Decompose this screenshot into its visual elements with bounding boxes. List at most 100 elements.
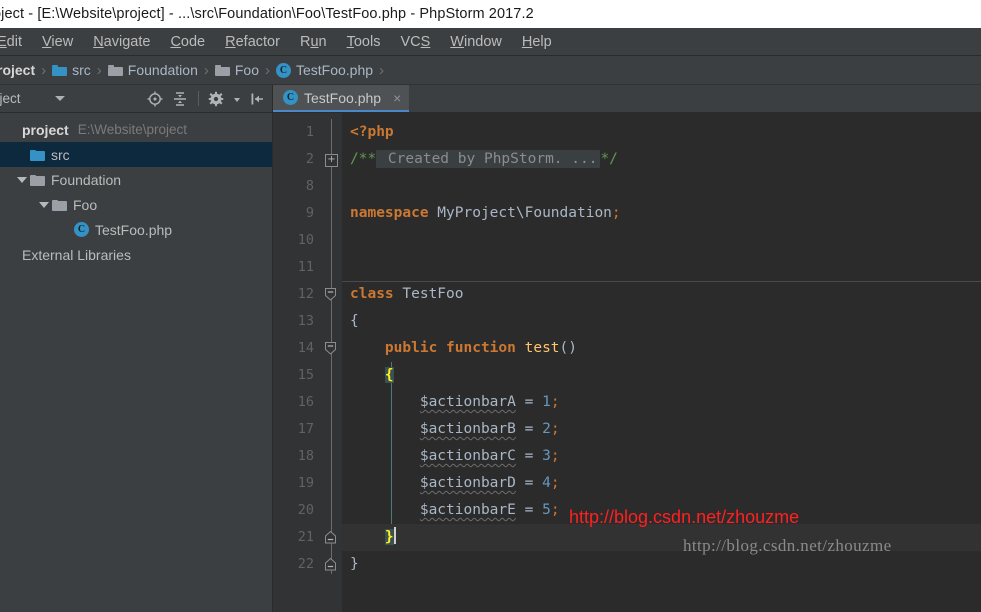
code-line[interactable]: <?php [342, 119, 981, 146]
code-token: $actionbarB [419, 421, 516, 437]
line-number: 13 [297, 313, 314, 329]
tree-item-project[interactable]: project E:\Website\project [0, 117, 272, 142]
fold-cell [321, 443, 342, 470]
breadcrumb-label: TestFoo.php [295, 62, 374, 78]
line-number: 15 [297, 367, 314, 383]
code-token: } [384, 529, 394, 545]
breadcrumb-separator: › [264, 61, 270, 79]
fold-collapse-icon[interactable] [325, 342, 336, 355]
breadcrumb-item-testfoo-php[interactable]: C TestFoo.php [275, 62, 374, 78]
folder-icon [107, 64, 123, 76]
chevron-down-icon[interactable] [14, 175, 30, 185]
tree-item-testfoo-php[interactable]: C TestFoo.php [0, 217, 272, 242]
menu-item-help[interactable]: Help [512, 34, 562, 50]
fold-expand-icon[interactable]: + [325, 154, 338, 167]
breadcrumb-separator: › [41, 61, 47, 79]
menu-item-refactor[interactable]: Refactor [215, 34, 290, 50]
locate-icon[interactable] [146, 90, 164, 108]
fold-cell [321, 551, 342, 578]
line-number: 11 [297, 259, 314, 275]
fold-cell [321, 200, 342, 227]
code-line[interactable]: public function test() [342, 335, 981, 362]
breadcrumb: roject › src › Foundation › Foo › C TestFoo.php › [0, 56, 981, 85]
fold-cell [321, 119, 342, 146]
folder-icon [52, 199, 67, 211]
code-line[interactable]: { [342, 308, 981, 335]
tree-item-external-libraries[interactable]: External Libraries [0, 242, 272, 267]
menu-item-window[interactable]: Window [440, 34, 512, 50]
code-line[interactable]: $actionbarB = 2; [342, 416, 981, 443]
code-token: () [559, 340, 577, 356]
fold-cell [321, 416, 342, 443]
tree-item-label: External Libraries [22, 246, 131, 263]
gear-dropdown-arrow-icon[interactable] [233, 90, 241, 108]
tree-item-src[interactable]: src [0, 142, 272, 167]
menu-item-tools[interactable]: Tools [337, 34, 391, 50]
fold-cell [321, 389, 342, 416]
close-icon[interactable]: × [393, 91, 401, 105]
menu-item-navigate[interactable]: Navigate [83, 34, 160, 50]
code-line[interactable]: namespace MyProject\Foundation; [342, 200, 981, 227]
line-number: 22 [297, 556, 314, 572]
breadcrumb-item-foo[interactable]: Foo [214, 62, 259, 78]
project-tool-window: oject [0, 85, 273, 612]
code-line[interactable] [342, 254, 981, 281]
menu-item-edit[interactable]: Edit [0, 34, 32, 50]
breadcrumb-item-src[interactable]: src [52, 62, 91, 78]
project-tree: project E:\Website\project src Foundation Fo… [0, 113, 272, 612]
code-line[interactable] [342, 227, 981, 254]
code-folding-gutter[interactable]: + [321, 113, 342, 612]
code-token: ; [550, 448, 560, 464]
fold-collapse-end-icon[interactable] [325, 557, 336, 571]
menu-item-code[interactable]: Code [160, 34, 215, 50]
code-token: Created by PhpStorm. ... [376, 150, 601, 168]
code-token: <?php [350, 124, 394, 140]
breadcrumb-label: Foo [234, 62, 259, 78]
fold-collapse-end-icon[interactable] [325, 530, 336, 544]
code-line[interactable]: $actionbarA = 1; [342, 389, 981, 416]
php-class-icon: C [283, 90, 298, 105]
code-token: $actionbarC [419, 448, 516, 464]
breadcrumb-item-foundation[interactable]: Foundation [107, 62, 198, 78]
tool-action-buttons [146, 90, 272, 108]
code-token: = [515, 502, 543, 518]
code-token: 4 [542, 475, 551, 491]
php-class-icon: C [275, 62, 291, 78]
code-line[interactable]: $actionbarC = 3; [342, 443, 981, 470]
code-line[interactable]: { [342, 362, 981, 389]
chevron-down-icon[interactable] [36, 200, 52, 210]
chevron-down-icon[interactable] [54, 96, 65, 101]
breadcrumb-item-roject[interactable]: roject [0, 62, 35, 78]
fold-collapse-icon[interactable] [325, 288, 336, 301]
code-token: $actionbarD [419, 475, 516, 491]
code-line[interactable] [342, 173, 981, 200]
editor-tab-bar: C TestFoo.php × [273, 85, 981, 113]
code-line[interactable]: class TestFoo [342, 281, 981, 308]
code-line[interactable]: /** Created by PhpStorm. ... */ [342, 146, 981, 173]
collapse-all-icon[interactable] [171, 90, 189, 108]
menu-item-run[interactable]: Run [290, 34, 337, 50]
fold-cell [321, 362, 342, 389]
gear-icon[interactable] [208, 90, 226, 108]
fold-cell [321, 227, 342, 254]
menu-item-view[interactable]: View [32, 34, 83, 50]
hide-window-icon[interactable] [248, 90, 266, 108]
editor-tab-testfoo-php[interactable]: C TestFoo.php × [273, 85, 410, 112]
folder-icon [214, 64, 230, 76]
line-number: 20 [297, 502, 314, 518]
code-token: } [350, 556, 359, 572]
line-number: 9 [305, 205, 314, 221]
menu-item-vcs[interactable]: VCS [390, 34, 440, 50]
line-number-gutter: 1 2 8 9 10 11 12 13 14 15 16 17 18 19 20 21 22 [273, 113, 321, 612]
tree-item-foo[interactable]: Foo [0, 192, 272, 217]
code-line[interactable]: $actionbarD = 4; [342, 470, 981, 497]
tree-item-foundation[interactable]: Foundation [0, 167, 272, 192]
fold-cell [321, 281, 342, 308]
fold-cell: + [321, 146, 342, 173]
